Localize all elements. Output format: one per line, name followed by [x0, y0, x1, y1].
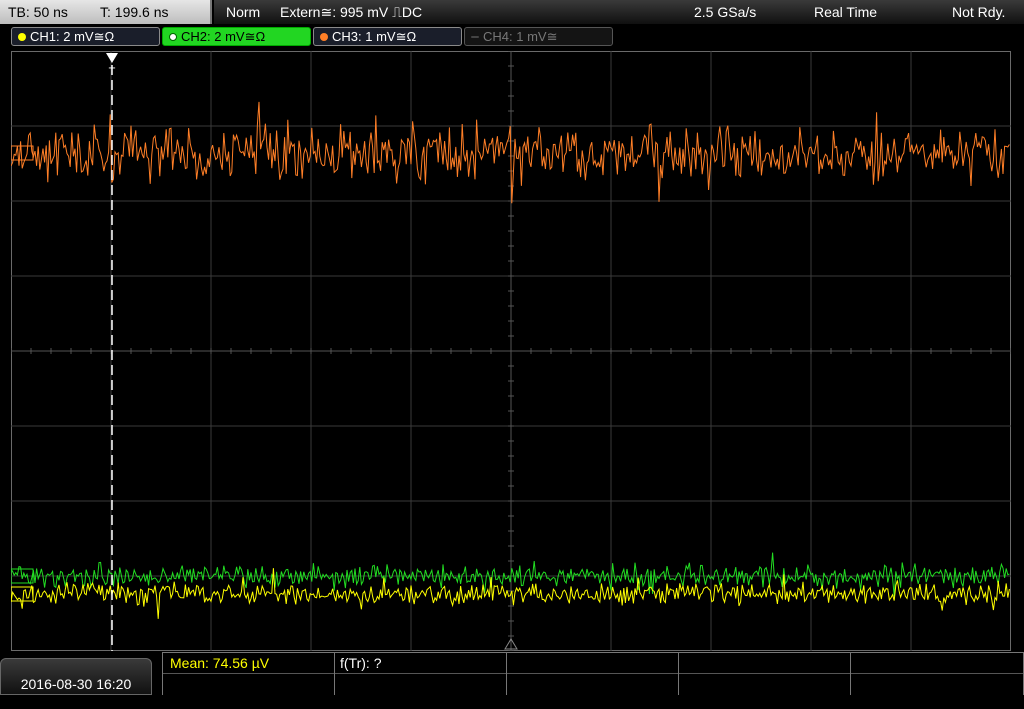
measurement-cell-4[interactable] — [678, 653, 850, 695]
channel-1-label: CH1: 2 mV≅Ω — [30, 29, 115, 44]
channel-3-label: CH3: 1 mV≅Ω — [332, 29, 417, 44]
sample-rate: 2.5 GSa/s — [694, 4, 757, 20]
acquisition-mode: Real Time — [814, 4, 878, 20]
channel-1-dot-icon — [18, 33, 26, 41]
trigger-marker-label: T — [109, 66, 116, 78]
date-time-text: 2016-08-30 16:20 — [20, 676, 132, 692]
trigger-position-arrow-icon[interactable] — [106, 53, 118, 63]
channel-tabs: CH1: 2 mV≅Ω CH2: 2 mV≅Ω CH3: 1 mV≅Ω CH4:… — [0, 26, 1024, 48]
acquisition-status: Not Rdy. — [952, 4, 1006, 20]
channel-1-tab[interactable]: CH1: 2 mV≅Ω — [11, 27, 160, 46]
trigger-time-readout: T: 199.6 ns — [100, 4, 169, 20]
bottom-bar: 2016-08-30 16:20 Mean: 74.56 µV f(Tr): ? — [0, 652, 1024, 695]
measurement-panel[interactable]: Mean: 74.56 µV f(Tr): ? — [162, 652, 1024, 696]
trigger-frequency-measurement: f(Tr): ? — [340, 655, 382, 671]
trigger-panel[interactable]: Norm Extern≅: 995 mV ⎍DC 2.5 GSa/s Real … — [214, 0, 1024, 24]
channel-2-label: CH2: 2 mV≅Ω — [181, 29, 266, 44]
trigger-source: Extern≅: 995 mV ⎍DC — [280, 4, 423, 20]
channel-2-tab[interactable]: CH2: 2 mV≅Ω — [162, 27, 311, 46]
channel-2-trace — [11, 552, 1010, 597]
measurement-cell-5[interactable] — [850, 653, 1024, 695]
timebase-panel[interactable]: TB: 50 ns T: 199.6 ns — [0, 0, 212, 24]
channel-3-tab[interactable]: CH3: 1 mV≅Ω — [313, 27, 462, 46]
channel-4-label: CH4: 1 mV≅ — [483, 29, 558, 44]
measurement-cell-3[interactable] — [506, 653, 678, 695]
date-time-display: 2016-08-30 16:20 — [0, 658, 152, 695]
channel-3-dot-icon — [320, 33, 328, 41]
timebase-readout: TB: 50 ns — [8, 4, 68, 20]
mean-measurement: Mean: 74.56 µV — [170, 655, 270, 671]
channel-4-tab[interactable]: CH4: 1 mV≅ — [464, 27, 613, 46]
channel-3-trace — [11, 101, 1010, 204]
channel-2-dot-icon — [169, 33, 177, 41]
channel-4-off-icon — [471, 36, 479, 38]
waveform-area[interactable]: T — [11, 51, 1011, 651]
trigger-mode: Norm — [226, 4, 261, 20]
status-bar: TB: 50 ns T: 199.6 ns Norm Extern≅: 995 … — [0, 0, 1024, 24]
